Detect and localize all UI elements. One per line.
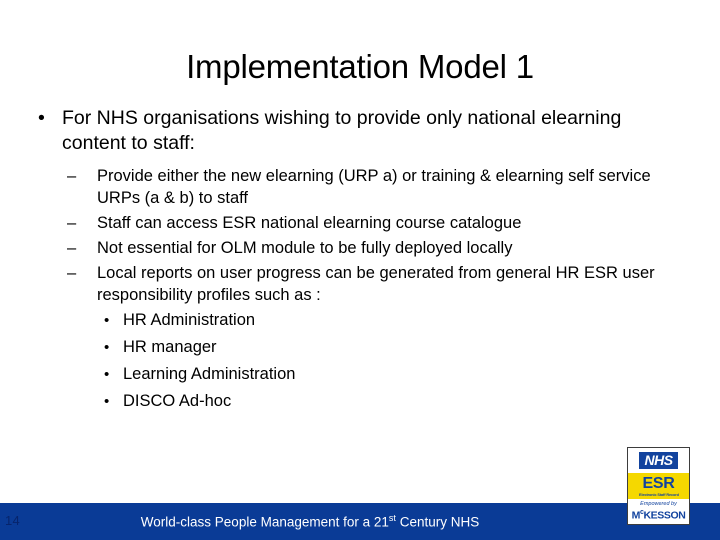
page-title: Implementation Model 1 [186, 48, 534, 86]
slide-canvas: Implementation Model 1 • For NHS organis… [0, 0, 720, 540]
bullet-level2-text: Provide either the new elearning (URP a)… [97, 167, 651, 207]
bullet-level3-text: HR manager [123, 338, 217, 356]
nhs-esr-mckesson-logo: NHS ESR Electronic Staff Record Empowere… [627, 447, 690, 525]
dash-marker-icon: – [67, 239, 77, 257]
mckesson-m: M [631, 509, 641, 522]
bullet-level2: – Local reports on user progress can be … [0, 262, 700, 306]
dash-marker-icon: – [67, 264, 77, 282]
nhs-logo-band: NHS [628, 448, 689, 473]
esr-logo-text: ESR [642, 474, 675, 492]
bullet-level1: • For NHS organisations wishing to provi… [0, 106, 700, 156]
bullet-marker-icon: • [38, 107, 45, 129]
bullet-level3: • HR Administration [0, 309, 700, 332]
bullet-level3-group: • HR Administration • HR manager • Learn… [0, 309, 700, 413]
footer-text-before: World-class People Management for a 21 [140, 514, 389, 530]
bullet-level2-group: – Provide either the new elearning (URP … [0, 165, 700, 306]
esr-logo-subtitle: Electronic Staff Record [638, 491, 679, 497]
bullet-marker-icon: • [104, 366, 110, 383]
bullet-marker-icon: • [104, 312, 110, 329]
bullet-level1-text: For NHS organisations wishing to provide… [62, 107, 622, 154]
bullet-marker-icon: • [104, 393, 110, 410]
bullet-level2: – Staff can access ESR national elearnin… [0, 212, 700, 234]
bullet-level2-text: Staff can access ESR national elearning … [97, 214, 522, 232]
footer-bar: 14 World-class People Management for a 2… [0, 503, 720, 540]
footer-text-after: Century NHS [395, 514, 480, 530]
bullet-level3-text: HR Administration [123, 311, 256, 329]
bullet-marker-icon: • [104, 339, 110, 356]
mckesson-empowered-by-text: Empowered by [640, 501, 677, 508]
mckesson-rest: KESSON [643, 509, 686, 522]
bullet-level2-text: Local reports on user progress can be ge… [97, 264, 655, 304]
slide-body: • For NHS organisations wishing to provi… [0, 106, 700, 417]
footer-text: World-class People Management for a 21st… [0, 513, 620, 530]
bullet-level2-text: Not essential for OLM module to be fully… [97, 239, 513, 257]
bullet-level2: – Not essential for OLM module to be ful… [0, 237, 700, 259]
mckesson-logo-band: Empowered by McKESSON [628, 499, 689, 524]
nhs-logo-text: NHS [639, 452, 678, 469]
bullet-level3: • DISCO Ad-hoc [0, 390, 700, 413]
bullet-level2: – Provide either the new elearning (URP … [0, 165, 700, 209]
esr-logo-band: ESR Electronic Staff Record [628, 473, 689, 499]
dash-marker-icon: – [67, 214, 77, 232]
dash-marker-icon: – [67, 167, 77, 185]
bullet-level3: • HR manager [0, 336, 700, 359]
bullet-level3: • Learning Administration [0, 363, 700, 386]
footer-text-superscript: st [388, 513, 396, 523]
bullet-level3-text: Learning Administration [123, 365, 296, 383]
bullet-level3-text: DISCO Ad-hoc [123, 392, 232, 410]
mckesson-logo-text: McKESSON [632, 509, 686, 521]
